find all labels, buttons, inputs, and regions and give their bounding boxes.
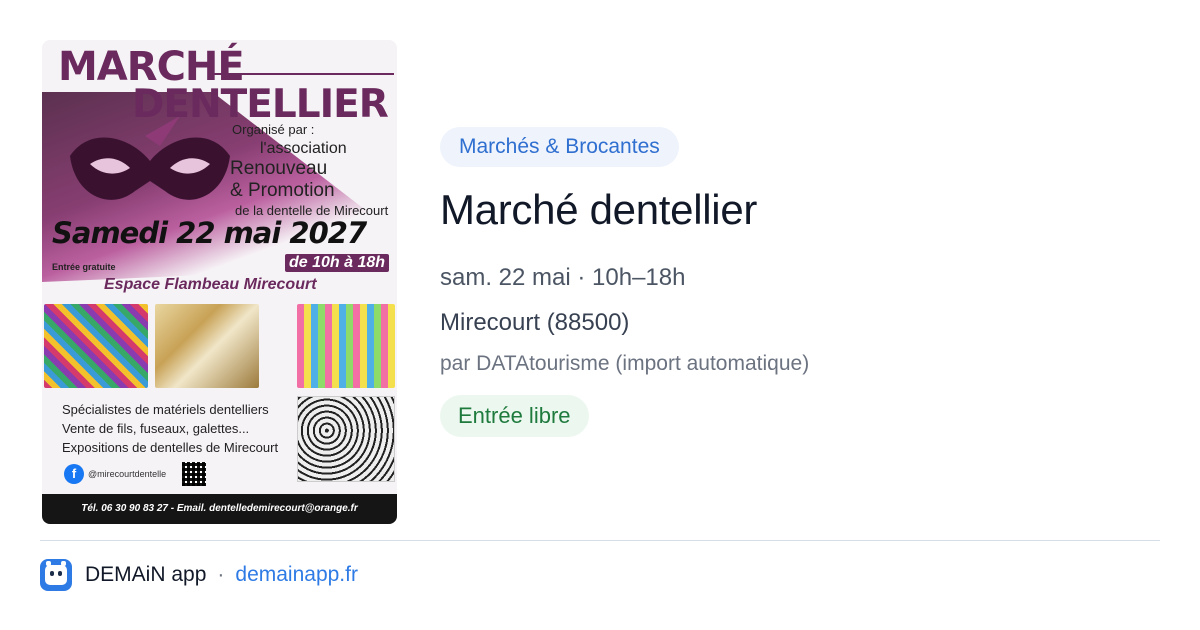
app-domain-link[interactable]: demainapp.fr (235, 563, 358, 587)
category-badge: Marchés & Brocantes (440, 127, 679, 167)
event-title: Marché dentellier (440, 186, 758, 233)
poster-entry: Entrée gratuite (52, 262, 116, 272)
poster-photo-bobbins (155, 304, 259, 388)
footer-divider (40, 540, 1160, 541)
facebook-icon: f (64, 464, 84, 484)
app-icon-eye (50, 570, 54, 576)
poster-association: l'association (260, 140, 347, 157)
poster-rule (212, 73, 394, 75)
poster-facebook: f @mirecourtdentelle (64, 464, 166, 484)
poster-date: Samedi 22 mai 2027 (52, 216, 367, 250)
event-location: Mirecourt (88500) (440, 309, 630, 336)
qr-code-icon (182, 462, 206, 486)
poster-photo-spools (44, 304, 148, 388)
poster-venue: Espace Flambeau Mirecourt (104, 276, 317, 293)
event-datetime: sam. 22 mai · 10h–18h (440, 264, 686, 291)
poster-organized-by: Organisé par : (232, 122, 315, 137)
demain-app-icon (40, 558, 72, 591)
price-badge: Entrée libre (440, 395, 589, 437)
poster-org-name-2: & Promotion (230, 180, 335, 201)
poster-contact: Tél. 06 30 90 83 27 - Email. dentelledem… (42, 494, 397, 524)
event-poster-image[interactable]: MARCHÉ DENTELLIER Organisé par : l'assoc… (42, 40, 397, 524)
share-card: MARCHÉ DENTELLIER Organisé par : l'assoc… (0, 0, 1200, 630)
poster-org-name-1: Renouveau (230, 158, 328, 179)
poster-facebook-handle: @mirecourtdentelle (88, 469, 167, 479)
poster-list-item: Spécialistes de matériels dentelliers (62, 402, 269, 417)
app-icon-eye (58, 570, 62, 576)
poster-hours: de 10h à 18h (285, 254, 390, 272)
poster-list-item: Vente de fils, fuseaux, galettes... (62, 421, 250, 436)
poster-list: Spécialistes de matériels dentelliers Ve… (62, 400, 278, 457)
poster-list-item: Expositions de dentelles de Mirecourt (62, 440, 279, 455)
footer-separator: · (217, 562, 225, 586)
footer-brand: DEMAiN app · demainapp.fr (40, 558, 358, 591)
event-source: par DATAtourisme (import automatique) (440, 352, 810, 375)
poster-photo-threads (297, 304, 395, 388)
carnival-mask-icon (70, 116, 230, 200)
poster-title-dentellier: DENTELLIER (132, 82, 389, 127)
app-name: DEMAiN app (85, 562, 207, 586)
app-icon-face (45, 564, 67, 585)
poster-photo-lace (297, 396, 395, 482)
